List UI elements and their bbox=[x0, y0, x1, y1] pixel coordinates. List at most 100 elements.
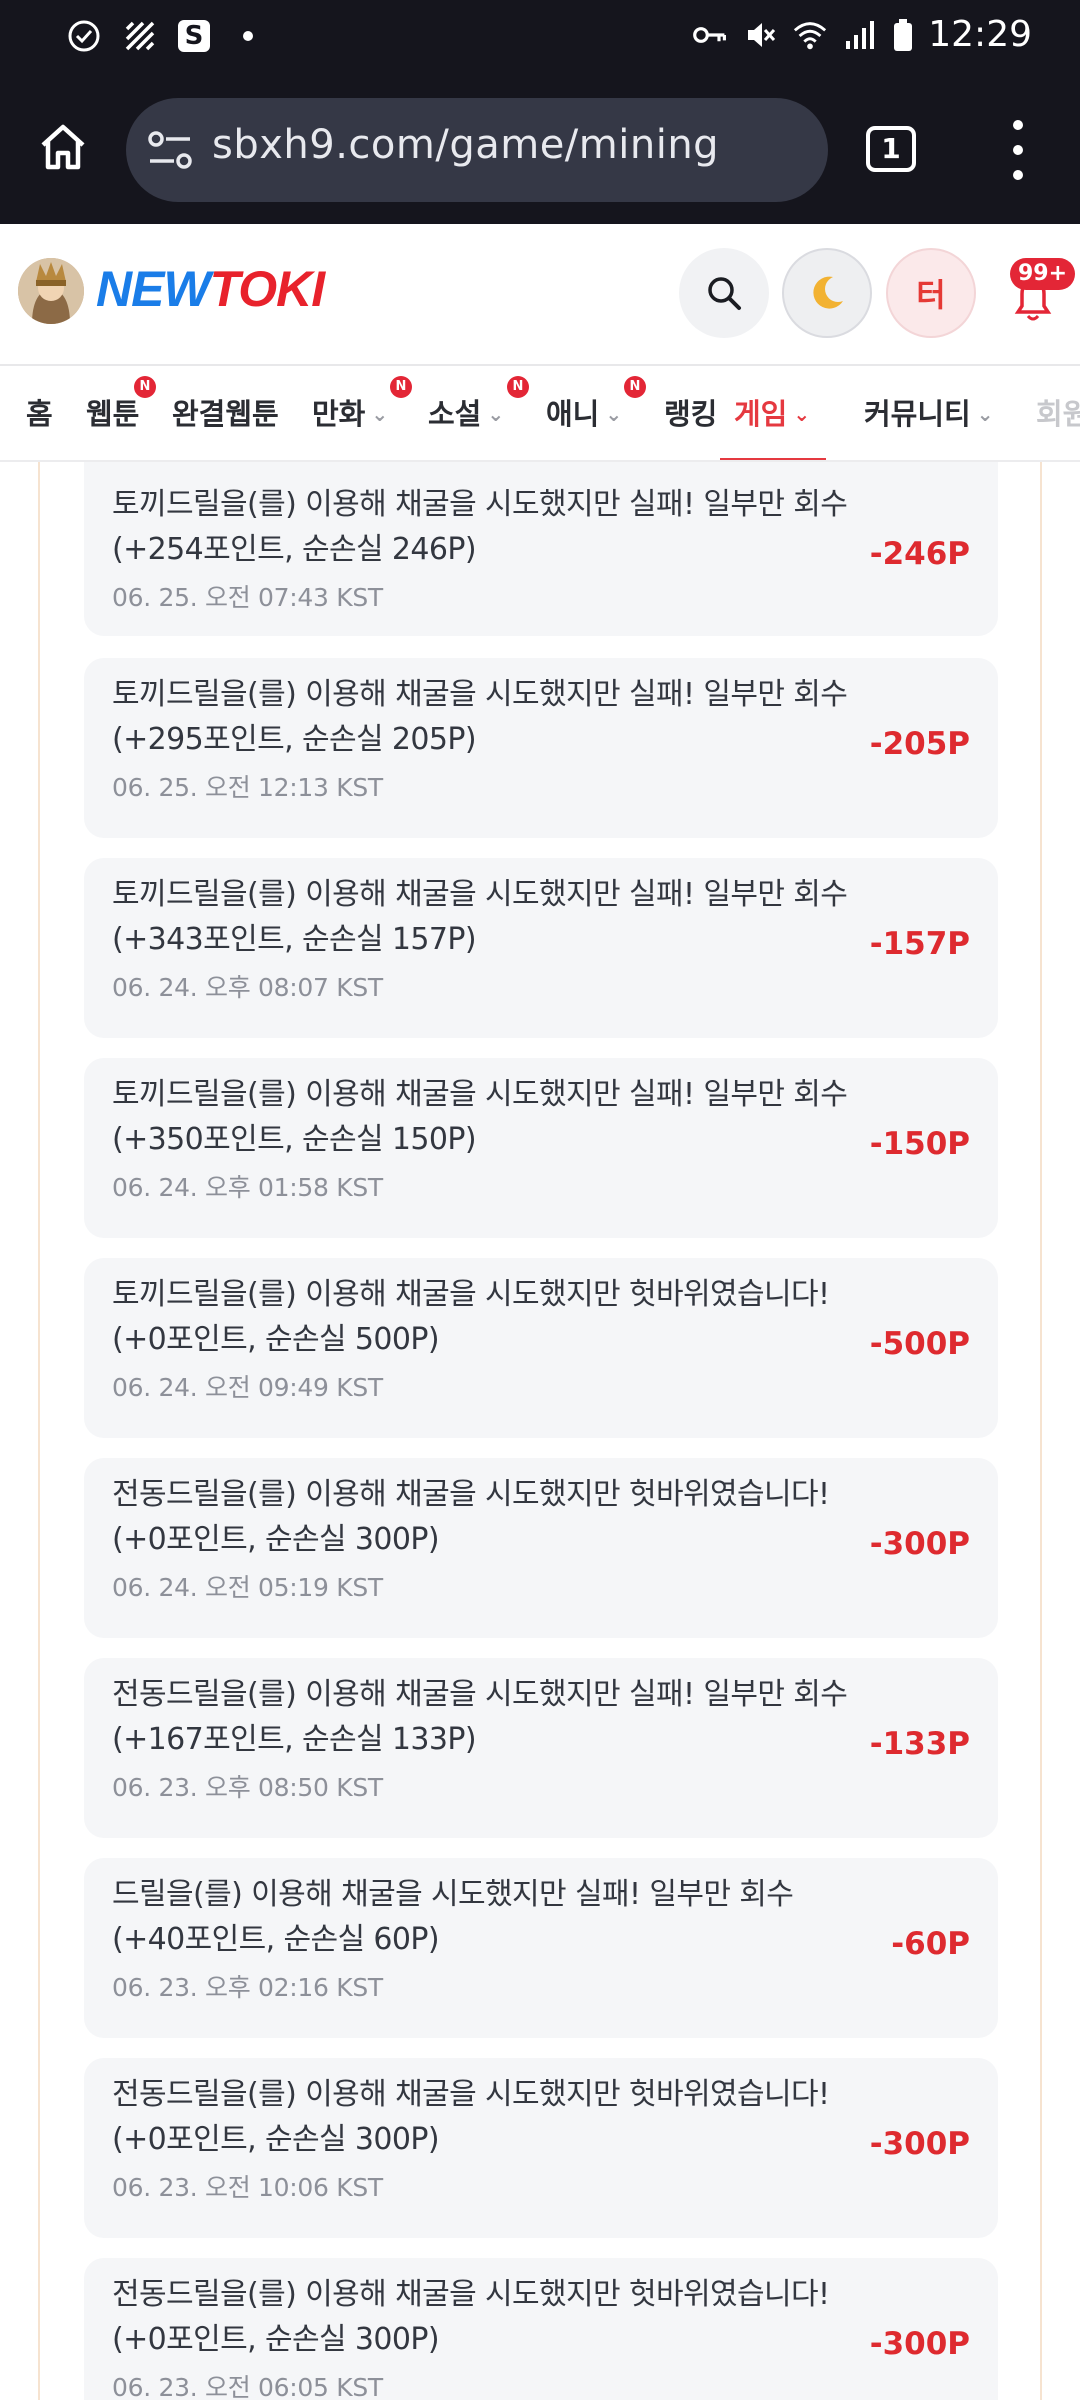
nav-item-label: 애니 bbox=[546, 397, 600, 431]
nav-item-completed-webtoon[interactable]: 완결웹툰 bbox=[172, 366, 279, 460]
status-left-icons: S bbox=[66, 18, 266, 54]
entry-timestamp: 06. 24. 오후 08:07 KST bbox=[112, 973, 383, 1002]
nav-item-label: 회원 bbox=[1036, 397, 1080, 431]
home-button[interactable] bbox=[32, 116, 94, 178]
list-item: 드릴을(를) 이용해 채굴을 시도했지만 실패! 일부만 회수 (+40포인트,… bbox=[84, 1858, 998, 2038]
mute-icon bbox=[742, 17, 778, 53]
logo-text-new: NEW bbox=[96, 261, 211, 317]
entry-amount: -300P bbox=[869, 1526, 970, 1562]
entry-message: 전동드릴을(를) 이용해 채굴을 시도했지만 헛바위였습니다! (+0포인트, … bbox=[112, 2277, 830, 2357]
nav-item-home[interactable]: 홈 bbox=[26, 366, 53, 460]
menu-dot-icon bbox=[1013, 145, 1023, 155]
vpn-key-icon bbox=[692, 17, 728, 53]
nav-item-novel[interactable]: 소설 ⌄ bbox=[428, 366, 505, 460]
list-item: 전동드릴을(를) 이용해 채굴을 시도했지만 헛바위였습니다! (+0포인트, … bbox=[84, 1458, 998, 1638]
entry-message: 전동드릴을(를) 이용해 채굴을 시도했지만 헛바위였습니다! (+0포인트, … bbox=[112, 2077, 830, 2157]
status-bar: S 12:29 bbox=[0, 0, 1080, 74]
entry-amount: -150P bbox=[869, 1126, 970, 1162]
data-saver-icon bbox=[122, 18, 158, 54]
entry-message: 전동드릴을(를) 이용해 채굴을 시도했지만 헛바위였습니다! (+0포인트, … bbox=[112, 1477, 830, 1557]
nav-item-label: 만화 bbox=[312, 397, 366, 431]
list-item: 토끼드릴을(를) 이용해 채굴을 시도했지만 헛바위였습니다! (+0포인트, … bbox=[84, 1258, 998, 1438]
entry-timestamp: 06. 25. 오전 07:43 KST bbox=[112, 583, 383, 612]
entry-message: 토끼드릴을(를) 이용해 채굴을 시도했지만 실패! 일부만 회수(+254포인… bbox=[112, 487, 848, 567]
menu-dot-icon bbox=[1013, 120, 1023, 130]
list-item: 토끼드릴을(를) 이용해 채굴을 시도했지만 실패! 일부만 회수(+254포인… bbox=[84, 462, 998, 636]
more-menu-button[interactable] bbox=[1000, 118, 1036, 182]
entry-amount: -205P bbox=[869, 726, 970, 762]
nav-item-community[interactable]: 커뮤니티 ⌄ bbox=[864, 366, 994, 460]
notification-badge: 99+ bbox=[1010, 258, 1076, 290]
category-nav: 홈 웹툰 N 완결웹툰 만화 ⌄ N 소설 ⌄ N 애니 ⌄ N 랭킹 게임 ⌄ 커뮤니… bbox=[0, 366, 1080, 462]
nav-item-ranking[interactable]: 랭킹 bbox=[664, 366, 718, 460]
nav-item-webtoon[interactable]: 웹툰 bbox=[86, 366, 140, 460]
entry-message: 토끼드릴을(를) 이용해 채굴을 시도했지만 실패! 일부만 회수(+343포인… bbox=[112, 877, 848, 957]
s-app-icon: S bbox=[178, 20, 210, 52]
entry-amount: -157P bbox=[869, 926, 970, 962]
entry-message: 토끼드릴을(를) 이용해 채굴을 시도했지만 헛바위였습니다! (+0포인트, … bbox=[112, 1277, 830, 1357]
entry-timestamp: 06. 23. 오전 06:05 KST bbox=[112, 2373, 383, 2400]
entry-message: 토끼드릴을(를) 이용해 채굴을 시도했지만 실패! 일부만 회수(+350포인… bbox=[112, 1077, 848, 1157]
entry-timestamp: 06. 23. 오후 02:16 KST bbox=[112, 1973, 383, 2002]
entry-amount: -60P bbox=[891, 1926, 970, 1962]
nav-item-label: 게임 bbox=[734, 397, 788, 431]
list-item: 토끼드릴을(를) 이용해 채굴을 시도했지만 실패! 일부만 회수(+343포인… bbox=[84, 858, 998, 1038]
s-app-label: S bbox=[184, 21, 204, 51]
nav-item-label: 소설 bbox=[428, 397, 482, 431]
signal-icon bbox=[842, 17, 878, 53]
list-item: 토끼드릴을(를) 이용해 채굴을 시도했지만 실패! 일부만 회수(+295포인… bbox=[84, 658, 998, 838]
list-item: 전동드릴을(를) 이용해 채굴을 시도했지만 실패! 일부만 회수(+167포인… bbox=[84, 1658, 998, 1838]
nav-item-label: 홈 bbox=[26, 397, 53, 431]
list-item: 전동드릴을(를) 이용해 채굴을 시도했지만 헛바위였습니다! (+0포인트, … bbox=[84, 2258, 998, 2400]
new-badge: N bbox=[390, 376, 412, 398]
chevron-down-icon: ⌄ bbox=[487, 402, 505, 426]
search-icon bbox=[708, 277, 741, 310]
entry-timestamp: 06. 24. 오전 09:49 KST bbox=[112, 1373, 383, 1402]
entry-message: 드릴을(를) 이용해 채굴을 시도했지만 실패! 일부만 회수 (+40포인트,… bbox=[112, 1877, 794, 1957]
home-icon bbox=[41, 124, 85, 170]
chevron-down-icon: ⌄ bbox=[976, 402, 994, 426]
list-item: 토끼드릴을(를) 이용해 채굴을 시도했지만 실패! 일부만 회수(+350포인… bbox=[84, 1058, 998, 1238]
site-header: NEWTOKI 터 99+ bbox=[0, 224, 1080, 366]
user-initial: 터 bbox=[916, 276, 946, 314]
url-text[interactable]: sbxh9.com/game/mining bbox=[212, 122, 719, 168]
entry-timestamp: 06. 25. 오전 12:13 KST bbox=[112, 773, 383, 802]
site-settings-icon[interactable] bbox=[146, 128, 194, 172]
new-badge: N bbox=[134, 376, 156, 398]
moon-icon bbox=[813, 276, 843, 309]
search-button[interactable] bbox=[679, 248, 769, 338]
dark-mode-toggle[interactable] bbox=[782, 248, 872, 338]
entry-amount: -300P bbox=[869, 2126, 970, 2162]
entry-amount: -133P bbox=[869, 1726, 970, 1762]
nav-item-anime[interactable]: 애니 ⌄ bbox=[546, 366, 623, 460]
mining-history-panel: 토끼드릴을(를) 이용해 채굴을 시도했지만 실패! 일부만 회수(+254포인… bbox=[38, 462, 1042, 2400]
menu-dot-icon bbox=[1013, 170, 1023, 180]
user-avatar-button[interactable]: 터 bbox=[886, 248, 976, 338]
dot-icon bbox=[230, 18, 266, 54]
address-bar[interactable]: sbxh9.com/game/mining bbox=[126, 98, 828, 202]
entry-timestamp: 06. 24. 오후 01:58 KST bbox=[112, 1173, 383, 1202]
entry-message: 토끼드릴을(를) 이용해 채굴을 시도했지만 실패! 일부만 회수(+295포인… bbox=[112, 677, 848, 757]
entry-amount: -246P bbox=[869, 536, 970, 572]
nav-item-label: 랭킹 bbox=[664, 397, 718, 431]
browser-toolbar: sbxh9.com/game/mining 1 bbox=[0, 74, 1080, 224]
nav-item-member[interactable]: 회원 bbox=[1036, 366, 1080, 460]
entry-timestamp: 06. 23. 오전 10:06 KST bbox=[112, 2173, 383, 2202]
tab-switcher-button[interactable]: 1 bbox=[866, 126, 916, 172]
clock: 12:29 bbox=[928, 14, 1032, 55]
nav-item-game[interactable]: 게임 ⌄ bbox=[720, 366, 827, 460]
new-badge: N bbox=[624, 376, 646, 398]
entry-amount: -500P bbox=[869, 1326, 970, 1362]
nav-item-label: 웹툰 bbox=[86, 397, 140, 431]
new-badge: N bbox=[507, 376, 529, 398]
site-logo[interactable]: NEWTOKI bbox=[96, 260, 325, 318]
wifi-icon bbox=[792, 17, 828, 53]
logo-mascot-icon[interactable] bbox=[18, 258, 84, 324]
list-item: 전동드릴을(를) 이용해 채굴을 시도했지만 헛바위였습니다! (+0포인트, … bbox=[84, 2058, 998, 2238]
chevron-down-icon: ⌄ bbox=[605, 402, 623, 426]
nav-item-manga[interactable]: 만화 ⌄ bbox=[312, 366, 388, 460]
check-circle-icon bbox=[66, 18, 102, 54]
chevron-down-icon: ⌄ bbox=[793, 402, 811, 426]
entry-timestamp: 06. 24. 오전 05:19 KST bbox=[112, 1573, 383, 1602]
battery-icon bbox=[892, 17, 914, 53]
